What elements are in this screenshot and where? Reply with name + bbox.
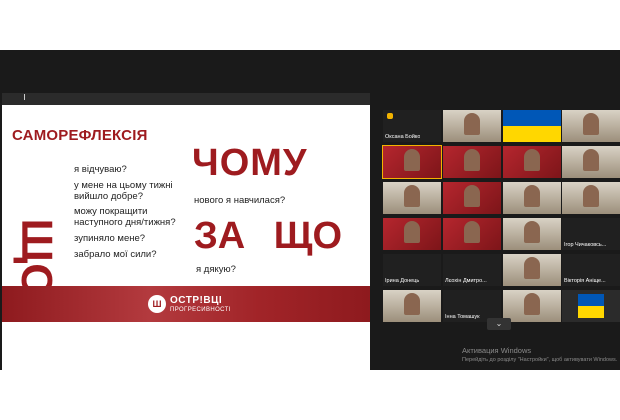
slide-question-5: забрало мої сили? — [74, 249, 157, 260]
participant-video-silhouette — [524, 185, 540, 207]
slide-question-1: я відчуваю? — [74, 164, 127, 175]
participant-tile[interactable] — [562, 182, 620, 214]
participant-tile[interactable] — [503, 146, 561, 178]
zoom-meeting-window: САМОРЕФЛЕКСІЯ ЩО я відчуваю? у мене на ц… — [0, 50, 620, 370]
participant-tile[interactable] — [383, 182, 441, 214]
chevron-down-icon: ⌄ — [495, 319, 503, 328]
participant-video-silhouette — [524, 221, 540, 243]
windows-activation-watermark: Активация Windows Перейдіть до розділу "… — [462, 346, 617, 363]
participant-name: Інна Томашук — [445, 314, 480, 320]
participant-video-silhouette — [464, 149, 480, 171]
logo-mark-icon: Ш — [148, 295, 166, 313]
slide-logo: Ш ОСТР!ВЦІ ПРОГРЕСИВНОСТІ — [148, 295, 231, 313]
gallery-next-page-button[interactable]: ⌄ — [487, 318, 511, 330]
participant-name: Ігор Чичаковсь... — [564, 242, 607, 248]
participant-tile[interactable] — [562, 110, 620, 142]
participant-tile[interactable] — [503, 254, 561, 286]
participant-tile[interactable]: Ігор Чичаковсь... — [562, 218, 620, 250]
slide-why-heading: ЧОМУ — [192, 142, 308, 184]
participant-video-silhouette — [524, 149, 540, 171]
slide-why-question: нового я навчилася? — [194, 195, 286, 206]
participant-video-silhouette — [583, 185, 599, 207]
participant-tile[interactable] — [383, 290, 441, 322]
participant-video-silhouette — [583, 113, 599, 135]
participant-tile[interactable] — [382, 145, 442, 179]
slide-question-4: зупиняло мене? — [74, 233, 146, 244]
participant-tile[interactable]: Вікторія Аніще... — [562, 254, 620, 286]
participant-video-silhouette — [524, 293, 540, 315]
participant-name: Вікторія Аніще... — [564, 278, 606, 284]
slide-forwhat-heading: ЗА ЩО — [194, 215, 343, 257]
logo-line-1: ОСТР!ВЦІ — [170, 294, 223, 306]
participant-tile[interactable] — [503, 110, 561, 142]
slide-title: САМОРЕФЛЕКСІЯ — [12, 127, 148, 144]
mouse-cursor-icon — [24, 94, 28, 100]
participant-tile[interactable]: Оксана Бойко — [383, 110, 441, 142]
slide-question-3: можу покращити наступного дня/тижня? — [74, 206, 176, 228]
participant-video-silhouette — [464, 113, 480, 135]
participant-video-silhouette — [404, 149, 420, 171]
slide-question-2: у мене на цьому тижні вийшло добре? — [74, 180, 173, 202]
participant-video-silhouette — [464, 185, 480, 207]
participant-video-silhouette — [404, 293, 420, 315]
participant-name: Оксана Бойко — [385, 134, 421, 140]
participant-tile[interactable] — [443, 218, 501, 250]
participant-tile[interactable] — [503, 218, 561, 250]
logo-line-2: ПРОГРЕСИВНОСТІ — [170, 306, 231, 313]
participant-tile[interactable] — [503, 182, 561, 214]
participant-tile[interactable]: Ірина Донець — [383, 254, 441, 286]
activation-subtitle: Перейдіть до розділу "Настройки", щоб ак… — [462, 357, 618, 363]
participant-tile[interactable] — [443, 110, 501, 142]
activation-title: Активация Windows — [462, 346, 532, 355]
participant-video-silhouette — [464, 221, 480, 243]
share-toolbar-strip — [2, 93, 370, 105]
participant-name: Ірина Донець — [385, 278, 420, 284]
participant-tile[interactable] — [443, 146, 501, 178]
participant-video-silhouette — [583, 149, 599, 171]
participant-tile[interactable] — [562, 290, 620, 322]
participant-tile[interactable] — [562, 146, 620, 178]
participant-video-silhouette — [524, 257, 540, 279]
raised-hand-icon — [387, 113, 393, 119]
participant-tile[interactable] — [383, 218, 441, 250]
participant-video-silhouette — [404, 185, 420, 207]
participant-tile[interactable] — [503, 290, 561, 322]
participant-tile[interactable] — [443, 182, 501, 214]
participant-video-silhouette — [404, 221, 420, 243]
participant-tile[interactable]: Лєохін Дмитро... — [443, 254, 501, 286]
ukraine-flag-icon — [578, 294, 604, 318]
participant-name: Лєохін Дмитро... — [445, 278, 487, 284]
slide-forwhat-question: я дякую? — [196, 264, 236, 275]
